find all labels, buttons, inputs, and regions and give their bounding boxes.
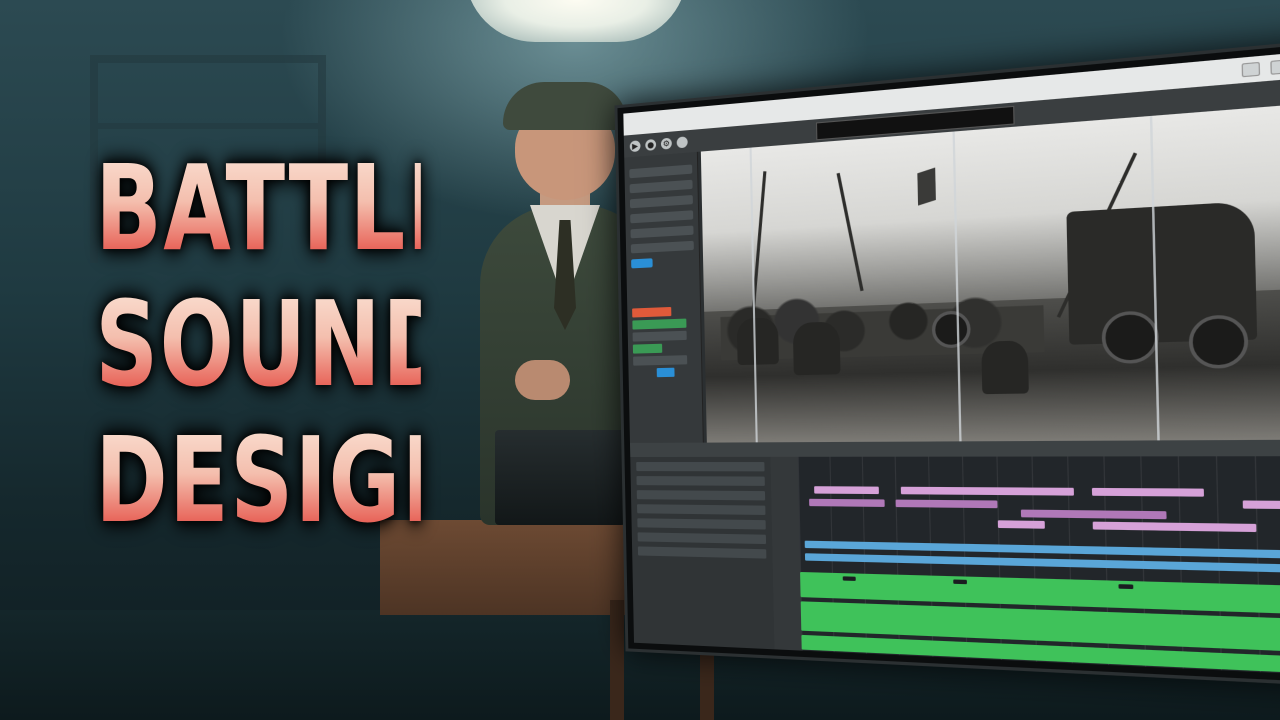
inspector-row[interactable]: [629, 164, 693, 179]
title-line-1: BATTLE: [95, 139, 468, 277]
browser-item[interactable]: [637, 504, 766, 515]
browser-item[interactable]: [637, 532, 767, 545]
audio-clip[interactable]: [1242, 500, 1280, 510]
monitor: ▶ ● ⚙: [614, 38, 1280, 688]
meter-bar: [633, 355, 688, 366]
clip-marker: [953, 579, 967, 585]
browser-item[interactable]: [636, 462, 765, 472]
clip-marker: [1118, 584, 1134, 590]
browser-item[interactable]: [636, 490, 766, 501]
audio-clip[interactable]: [1091, 487, 1205, 497]
thumbnail-title: BATTLE SOUND DESIGN: [38, 140, 478, 548]
meter-bar: [656, 367, 675, 378]
daw-window: ▶ ● ⚙: [623, 49, 1280, 677]
audio-clip[interactable]: [809, 498, 885, 507]
browser-item[interactable]: [637, 546, 767, 559]
title-line-3: DESIGN: [95, 411, 477, 549]
level-meters: [632, 306, 696, 378]
inspector-row[interactable]: [629, 195, 693, 209]
meter-bar: [632, 343, 663, 354]
inspector-panel: [624, 151, 704, 443]
video-preview[interactable]: [700, 102, 1280, 443]
inspector-row[interactable]: [629, 179, 693, 194]
record-icon[interactable]: ●: [645, 138, 657, 151]
inspector-row[interactable]: [630, 240, 694, 254]
inspector-row[interactable]: [630, 225, 694, 239]
inspector-toggle[interactable]: [631, 258, 653, 269]
play-icon[interactable]: ▶: [629, 139, 641, 152]
ceiling-lamp: [465, 0, 687, 42]
browser-item[interactable]: [636, 476, 765, 486]
meter-bar: [632, 330, 687, 342]
meter-bar: [632, 318, 687, 330]
timeline-ruler[interactable]: [629, 439, 1280, 459]
audio-clip[interactable]: [895, 499, 998, 509]
meter-bar: [632, 306, 672, 318]
title-line-2: SOUND: [95, 275, 457, 413]
settings-icon[interactable]: ⚙: [660, 137, 672, 150]
audio-clip[interactable]: [997, 520, 1045, 529]
audio-clip[interactable]: [900, 486, 1074, 496]
browser-item[interactable]: [637, 518, 766, 530]
clip-marker: [842, 576, 856, 581]
tool-icon[interactable]: [676, 135, 688, 148]
media-browser: [630, 456, 776, 650]
table-leg: [610, 600, 624, 720]
audio-mixer-console: [495, 430, 625, 525]
audio-clip[interactable]: [814, 486, 879, 495]
inspector-row[interactable]: [630, 210, 694, 224]
minimize-icon[interactable]: [1241, 61, 1261, 78]
timeline-tracks[interactable]: [797, 456, 1280, 677]
maximize-icon[interactable]: [1270, 59, 1280, 75]
